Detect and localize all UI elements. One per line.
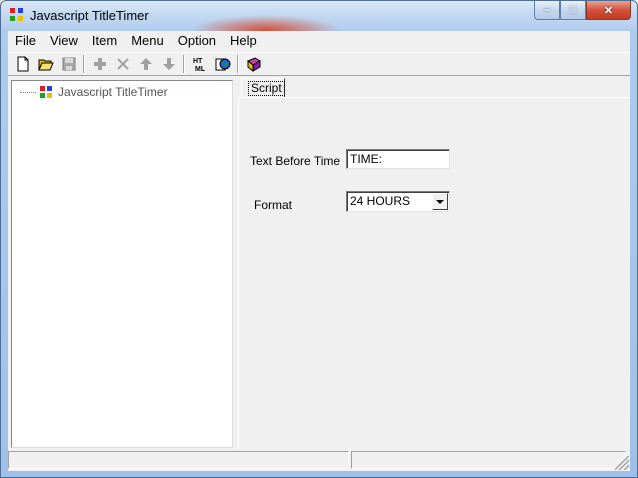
client-area: File View Item Menu Option Help HT ML Ja… [8,31,630,471]
tree-item-label: Javascript TitleTimer [58,85,168,99]
properties-panel: Script Text Before Time TIME: Format 24 … [238,77,630,449]
minimize-button[interactable]: – [534,1,560,20]
tree-connector [20,91,36,93]
move-up-icon [139,58,152,70]
preview-button[interactable] [211,53,234,75]
title-bar[interactable]: Javascript TitleTimer – □ ✕ [1,1,637,45]
toolbar: HT ML [8,52,630,76]
window-controls: – □ ✕ [534,1,631,20]
close-button[interactable]: ✕ [586,1,631,20]
toolbar-separator [83,55,85,73]
menu-bar: File View Item Menu Option Help [8,31,630,51]
tab-script[interactable]: Script [241,78,285,97]
help-book-icon [246,57,261,72]
menu-file[interactable]: File [8,31,43,51]
new-button[interactable] [11,53,34,75]
svg-text:ML: ML [195,66,206,72]
menu-item[interactable]: Item [85,31,124,51]
window-title: Javascript TitleTimer [30,8,149,23]
menu-option[interactable]: Option [171,31,223,51]
status-pane-1 [8,451,349,469]
move-down-button[interactable] [157,53,180,75]
tab-label: Script [248,81,285,96]
add-icon [93,58,106,70]
toolbar-separator [237,55,239,73]
resize-grip-icon[interactable] [615,456,629,470]
menu-view[interactable]: View [43,31,85,51]
status-pane-2 [351,451,626,469]
chevron-down-icon[interactable] [432,193,448,210]
format-select-value: 24 HOURS [350,194,411,208]
add-button[interactable] [88,53,111,75]
tree-item-root[interactable]: Javascript TitleTimer [20,85,168,99]
preview-globe-icon [215,58,230,71]
status-bar [8,449,630,471]
close-icon: ✕ [603,4,614,17]
format-select[interactable]: 24 HOURS [346,191,450,212]
text-before-time-input[interactable]: TIME: [346,149,450,169]
save-icon [62,57,75,71]
save-button[interactable] [57,53,80,75]
text-before-time-label: Text Before Time [250,154,341,168]
open-button[interactable] [34,53,57,75]
html-icon: HTML [193,58,206,72]
delete-button[interactable] [111,53,134,75]
help-button[interactable] [242,53,265,75]
format-label: Format [254,198,293,212]
maximize-button[interactable]: □ [560,1,586,20]
maximize-icon: □ [569,4,577,16]
delete-icon [116,58,129,70]
svg-text:HT: HT [193,58,203,65]
menu-help[interactable]: Help [223,31,264,51]
script-icon [40,85,53,99]
menu-menu[interactable]: Menu [124,31,171,51]
tree-view[interactable]: Javascript TitleTimer [11,80,233,448]
open-folder-icon [37,59,54,71]
html-button[interactable]: HT ML [188,53,211,75]
toolbar-separator [183,55,185,73]
app-icon[interactable] [10,8,24,22]
new-document-icon [17,56,28,72]
tab-page-script: Text Before Time TIME: Format 24 HOURS [238,97,630,449]
move-down-icon [162,58,175,70]
app-window: Javascript TitleTimer – □ ✕ File View It… [0,0,638,478]
move-up-button[interactable] [134,53,157,75]
minimize-icon: – [543,4,551,16]
